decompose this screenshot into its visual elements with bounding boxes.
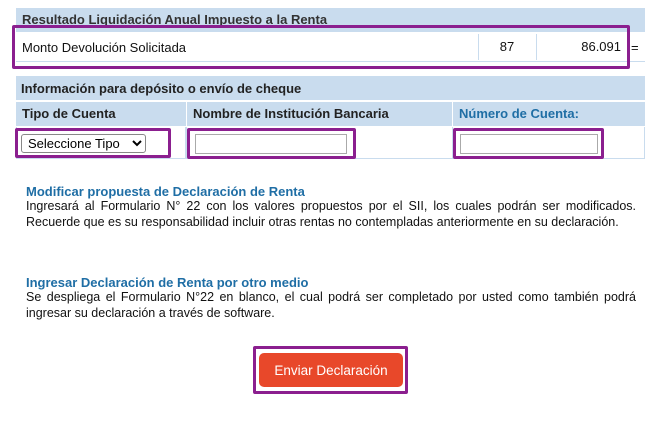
otro-medio-link[interactable]: Ingresar Declaración de Renta por otro m… <box>26 275 308 290</box>
enviar-highlight-box <box>253 346 408 394</box>
monto-highlight-box <box>12 25 630 69</box>
deposito-title: Información para depósito o envío de che… <box>21 81 302 96</box>
col-institucion-bancaria: Nombre de Institución Bancaria <box>187 102 452 126</box>
banco-highlight-box <box>187 128 356 159</box>
modificar-description: Ingresará al Formulario N° 22 con los va… <box>26 199 636 229</box>
deposito-header: Información para depósito o envío de che… <box>16 76 645 100</box>
equals-sign: = <box>631 40 639 55</box>
numero-highlight-box <box>453 128 604 159</box>
otro-medio-description: Se despliega el Formulario N°22 en blanc… <box>26 290 636 320</box>
modificar-propuesta-link[interactable]: Modificar propuesta de Declaración de Re… <box>26 184 305 199</box>
tipo-highlight-box <box>15 128 171 158</box>
col-numero-cuenta: Número de Cuenta: <box>453 102 645 126</box>
col-tipo-cuenta: Tipo de Cuenta <box>16 102 186 126</box>
